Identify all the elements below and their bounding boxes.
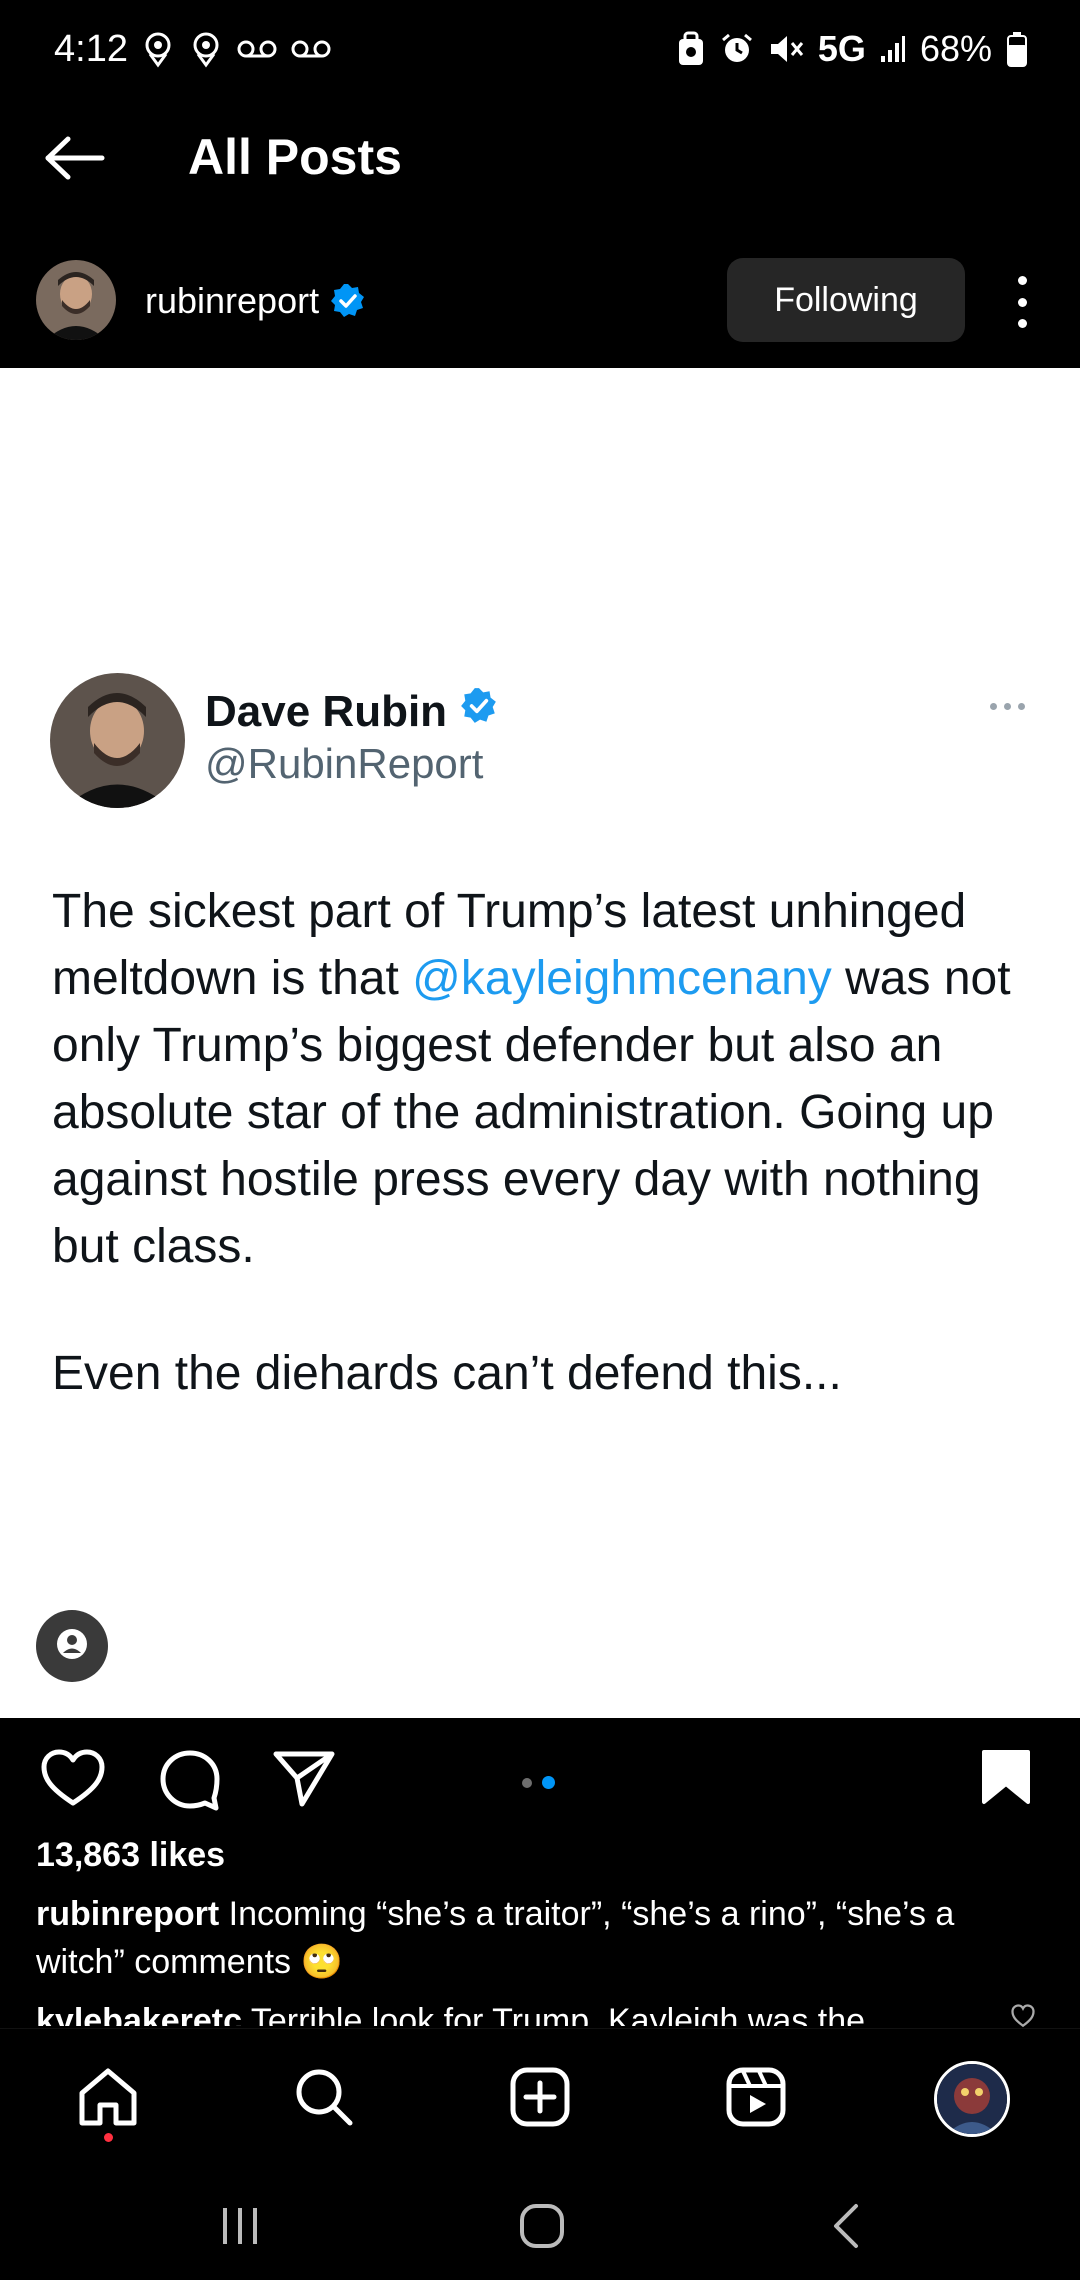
status-time: 4:12 — [54, 28, 128, 70]
caption-username[interactable]: rubinreport — [36, 1895, 219, 1933]
network-type: 5G — [817, 28, 866, 69]
system-indicators: 5G 68% — [676, 28, 1028, 70]
comment-button[interactable] — [158, 1748, 222, 1817]
top-header: All Posts — [0, 100, 1080, 220]
tweet-handle: @RubinReport — [205, 740, 484, 787]
tagged-people-button[interactable] — [36, 1610, 108, 1682]
tweet-avatar — [50, 673, 185, 808]
following-button[interactable]: Following — [727, 258, 965, 342]
system-navigation — [0, 2178, 1080, 2280]
reels-icon — [725, 2066, 787, 2133]
more-dot — [1017, 276, 1027, 285]
post-username[interactable]: rubinreport — [145, 280, 367, 322]
comment-text: Terrible look for Trump. Kayleigh was th… — [242, 2002, 866, 2026]
recycle-bag-icon — [676, 31, 706, 67]
alarm-icon — [720, 32, 754, 66]
post-header: rubinreport Following — [0, 240, 1080, 368]
post-caption: rubinreport Incoming “she’s a traitor”, … — [36, 1890, 1016, 1986]
save-button[interactable] — [980, 1748, 1032, 1811]
more-dot — [1017, 319, 1027, 328]
signal-icon — [880, 34, 906, 64]
tweet-name-text: Dave Rubin — [205, 686, 448, 736]
notification-icons — [140, 30, 332, 68]
status-bar: 4:12 5G 68% — [0, 0, 1080, 100]
voicemail-icon — [290, 37, 332, 61]
more-options-button[interactable] — [1002, 276, 1042, 328]
tweet-text-para2: Even the diehards can’t defend this... — [52, 1347, 842, 1400]
recent-apps-button[interactable] — [200, 2198, 280, 2258]
nav-search[interactable] — [284, 2059, 364, 2139]
person-icon — [54, 1626, 90, 1667]
comment-preview[interactable]: kylebakeretc Terrible look for Trump. Ka… — [36, 1996, 956, 2026]
location-pin-icon — [140, 30, 176, 68]
share-button[interactable] — [272, 1748, 336, 1813]
nav-profile[interactable] — [932, 2059, 1012, 2139]
verified-badge-icon — [459, 686, 499, 737]
home-icon — [76, 2065, 140, 2134]
location-pin-icon — [188, 30, 224, 68]
home-system-button[interactable] — [502, 2198, 582, 2258]
search-icon — [293, 2066, 355, 2133]
voicemail-icon — [236, 37, 278, 61]
profile-avatar — [934, 2061, 1010, 2137]
likes-count[interactable]: 13,863 likes — [36, 1836, 225, 1875]
recents-icon — [217, 2204, 263, 2253]
send-icon — [272, 1748, 336, 1813]
nav-create[interactable] — [500, 2059, 580, 2139]
tweet-text: The sickest part of Trump’s latest unhin… — [52, 878, 1052, 1280]
back-button[interactable] — [40, 130, 110, 190]
mute-icon — [768, 32, 804, 66]
bottom-navigation — [0, 2028, 1080, 2178]
battery-percent: 68% — [919, 28, 992, 69]
comment-bubble-icon — [158, 1748, 222, 1817]
carousel-dot — [522, 1777, 532, 1788]
heart-icon — [40, 1748, 106, 1813]
avatar[interactable] — [36, 260, 116, 340]
arrow-left-icon — [44, 136, 106, 185]
verified-badge-icon — [329, 282, 367, 320]
tweet-more-icon — [990, 703, 1025, 710]
battery-icon — [1006, 31, 1028, 67]
back-system-button[interactable] — [806, 2198, 886, 2258]
post-actions — [0, 1718, 1080, 1838]
plus-square-icon — [509, 2066, 571, 2133]
comment-username: kylebakeretc — [36, 2002, 243, 2026]
more-dot — [1017, 297, 1027, 307]
bookmark-icon — [980, 1748, 1032, 1811]
like-button[interactable] — [40, 1748, 106, 1813]
chevron-left-icon — [828, 2201, 864, 2256]
nav-home[interactable] — [68, 2059, 148, 2139]
tweet-mention: @kayleighmcenany — [412, 952, 832, 1005]
tweet-author-name: Dave Rubin — [205, 686, 499, 737]
post-image[interactable]: Dave Rubin @RubinReport The sickest part… — [0, 368, 1080, 1718]
nav-reels[interactable] — [716, 2059, 796, 2139]
page-title: All Posts — [188, 129, 402, 185]
username-text: rubinreport — [145, 280, 320, 321]
home-circle-icon — [517, 2201, 567, 2256]
notification-dot — [104, 2133, 113, 2142]
carousel-indicator — [522, 1776, 555, 1789]
carousel-dot-active — [542, 1776, 555, 1789]
